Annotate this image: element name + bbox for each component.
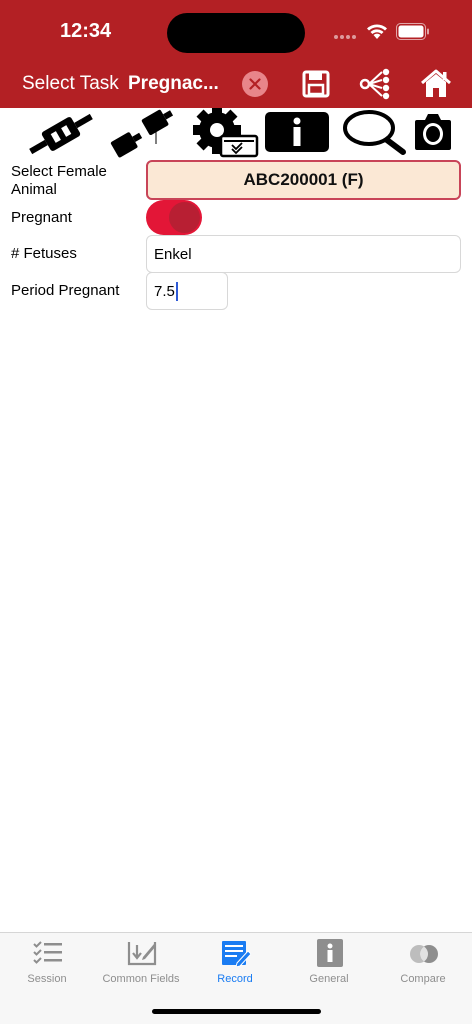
- tab-record-label: Record: [217, 973, 253, 985]
- compare-circles-icon: [410, 945, 438, 963]
- signal-icon: [334, 33, 360, 39]
- pregnant-toggle[interactable]: [146, 200, 202, 235]
- tab-general[interactable]: General: [282, 933, 376, 993]
- toggle-knob: [169, 202, 200, 233]
- scan-connected-icon[interactable]: [22, 108, 100, 160]
- fetuses-label: # Fetuses: [11, 245, 77, 262]
- info-icon: [317, 939, 343, 967]
- text-cursor: [175, 281, 178, 301]
- hierarchy-icon[interactable]: [358, 66, 394, 102]
- status-time: 12:34: [60, 20, 112, 42]
- period-pregnant-value: 7.5: [154, 282, 175, 300]
- tab-common-fields[interactable]: Common Fields: [94, 933, 188, 993]
- clear-task-button[interactable]: [242, 71, 268, 97]
- dynamic-island: [167, 13, 305, 53]
- record-edit-icon: [222, 941, 251, 967]
- fetuses-field[interactable]: Enkel: [146, 235, 461, 273]
- settings-list-icon[interactable]: [179, 108, 261, 160]
- tool-bar: [0, 108, 472, 160]
- checklist-icon: [33, 941, 62, 964]
- tab-common-fields-label: Common Fields: [102, 973, 180, 985]
- home-icon[interactable]: [418, 66, 454, 102]
- tab-record[interactable]: Record: [188, 933, 282, 993]
- period-pregnant-field[interactable]: 7.5: [146, 272, 228, 310]
- battery-icon: [396, 23, 429, 40]
- camera-icon[interactable]: [413, 108, 453, 160]
- pregnant-label: Pregnant: [11, 209, 72, 226]
- edit-download-icon: [127, 942, 157, 966]
- info-icon[interactable]: [263, 108, 331, 160]
- home-indicator: [152, 1009, 321, 1014]
- select-task-label: Select Task: [22, 73, 119, 94]
- wifi-icon: [367, 24, 387, 39]
- female-animal-label: Select Female Animal: [11, 163, 107, 198]
- tab-general-label: General: [309, 973, 349, 985]
- fetuses-value: Enkel: [154, 245, 192, 263]
- tab-compare-label: Compare: [400, 973, 446, 985]
- select-female-button[interactable]: ABC200001 (F): [146, 160, 461, 200]
- save-icon[interactable]: [298, 66, 334, 102]
- search-icon[interactable]: [341, 108, 409, 160]
- task-selector[interactable]: Pregnac...: [128, 73, 223, 95]
- scan-disconnected-icon[interactable]: [104, 108, 178, 160]
- tab-session[interactable]: Session: [0, 933, 94, 993]
- tab-session-label: Session: [27, 973, 67, 985]
- tab-compare[interactable]: Compare: [376, 933, 470, 993]
- close-icon: [249, 78, 261, 90]
- period-pregnant-label: Period Pregnant: [11, 282, 120, 299]
